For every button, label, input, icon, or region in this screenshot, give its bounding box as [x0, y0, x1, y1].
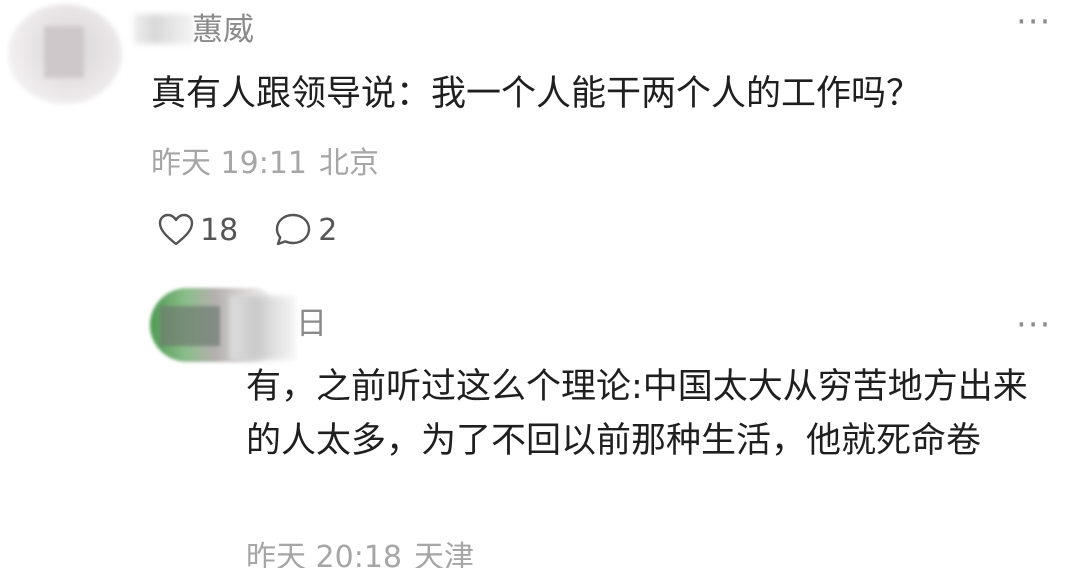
more-dots-icon[interactable]: ··· [1016, 308, 1051, 342]
heart-icon [158, 213, 194, 246]
like-count: 18 [200, 212, 239, 248]
comment-bubble-icon [275, 213, 311, 246]
username[interactable]: 日 [296, 306, 327, 342]
comment-meta: 昨天 19:11 北京 [151, 146, 379, 182]
comment-meta: 昨天 20:18 天津 [246, 540, 474, 568]
reply-count: 2 [318, 212, 338, 248]
like-button[interactable]: 18 [158, 213, 238, 248]
comment-text: 有，之前听过这么个理论:中国太大从穷苦地方出来的人太多，为了不回以前那种生活，他… [246, 367, 1028, 461]
avatar[interactable] [8, 4, 122, 104]
comment-actions: 18 2 [158, 208, 337, 252]
reply-button[interactable]: 2 [274, 212, 337, 248]
comment-location: 北京 [319, 146, 379, 181]
comment-text: 真有人跟领导说：我一个人能干两个人的工作吗？ [151, 74, 922, 114]
username[interactable]: 蕙威 [192, 12, 254, 48]
more-dots-icon[interactable]: ··· [1016, 5, 1051, 39]
comment-location: 天津 [414, 540, 474, 568]
username-redacted [230, 296, 296, 360]
username-redacted [134, 14, 194, 44]
comment-time: 昨天 19:11 [151, 146, 307, 181]
comment-thread: 蕙威 ··· 真有人跟领导说：我一个人能干两个人的工作吗？ 昨天 19:11 北京… [0, 0, 1080, 568]
comment-time: 昨天 20:18 [246, 540, 402, 568]
